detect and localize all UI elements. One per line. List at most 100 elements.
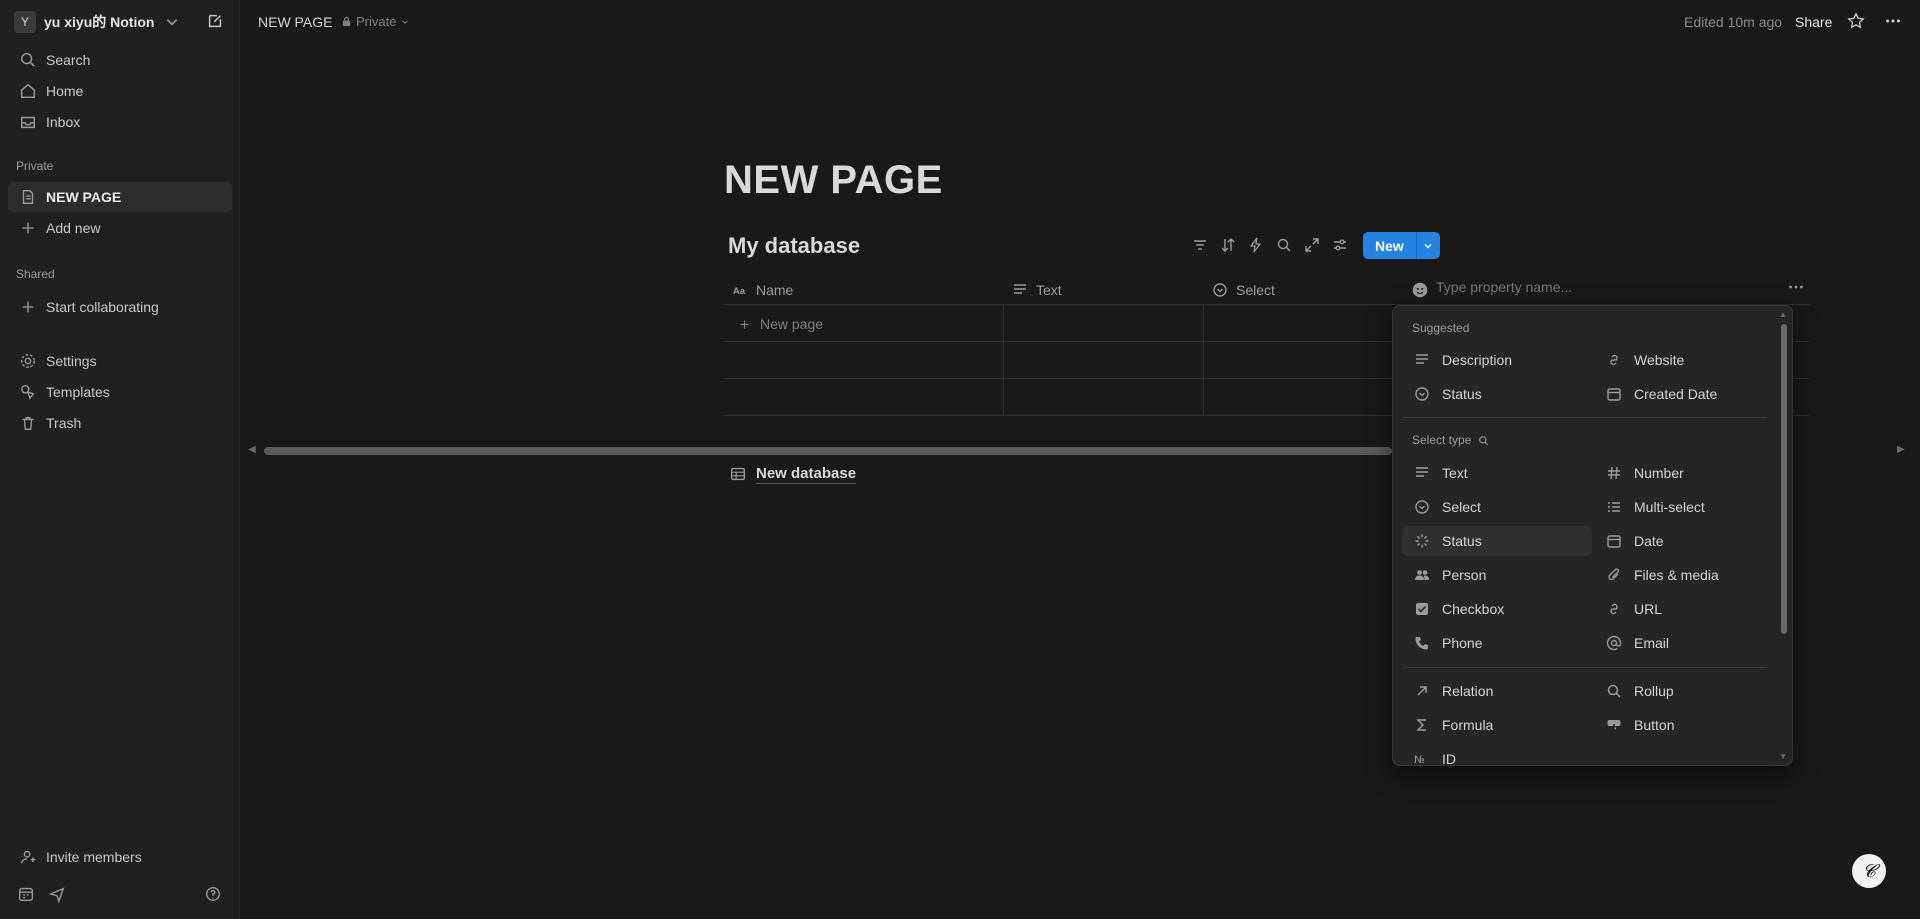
more-options-icon[interactable] (1786, 277, 1806, 297)
menu-item-label: Files & media (1634, 567, 1719, 583)
menu-item-website[interactable]: Website (1594, 345, 1784, 375)
plus-icon (18, 218, 38, 238)
automation-lightning-icon[interactable] (1246, 235, 1266, 255)
sidebar: Y yu xiyu的 Notion Search Home Inbox Priv… (0, 0, 240, 919)
database-title[interactable]: My database (728, 233, 860, 259)
sidebar-item-search[interactable]: Search (8, 45, 232, 75)
new-page-row-button[interactable]: New page (734, 314, 823, 334)
page-icon (18, 187, 38, 207)
cursor-click-icon (1604, 715, 1624, 735)
settings-sliders-icon[interactable] (1330, 235, 1350, 255)
scroll-down-arrow-icon[interactable]: ▼ (1779, 752, 1787, 761)
menu-item-phone[interactable]: Phone (1402, 628, 1592, 658)
menu-item-number[interactable]: Number (1594, 458, 1784, 488)
column-header-label: Name (756, 282, 794, 298)
menu-item-multi-select[interactable]: Multi-select (1594, 492, 1784, 522)
link-icon (1604, 599, 1624, 619)
menu-item-checkbox[interactable]: Checkbox (1402, 594, 1592, 624)
new-page-label: New page (760, 316, 824, 332)
menu-item-select[interactable]: Select (1402, 492, 1592, 522)
new-record-dropdown-button[interactable] (1415, 232, 1440, 259)
more-options-icon[interactable] (1883, 11, 1903, 31)
menu-item-status-suggested[interactable]: Status (1402, 379, 1592, 409)
new-database-link[interactable]: New database (728, 464, 857, 484)
property-name-input[interactable] (1436, 279, 1596, 295)
text-icon (1412, 463, 1432, 483)
sidebar-item-invite-members[interactable]: Invite members (8, 842, 232, 872)
sidebar-item-add-new[interactable]: Add new (8, 213, 232, 243)
workspace-switcher[interactable]: Y yu xiyu的 Notion (14, 10, 182, 34)
menu-divider (1403, 417, 1767, 418)
table-column-divider (1003, 304, 1004, 415)
list-icon (1604, 497, 1624, 517)
status-icon (1412, 531, 1432, 551)
menu-item-button[interactable]: Button (1594, 710, 1784, 740)
emoji-icon[interactable] (1410, 280, 1430, 300)
sidebar-item-home[interactable]: Home (8, 76, 232, 106)
home-icon (18, 81, 38, 101)
menu-divider (1403, 667, 1767, 668)
calendar-app-icon[interactable] (16, 884, 36, 904)
people-icon (1412, 565, 1432, 585)
sidebar-item-trash[interactable]: Trash (8, 408, 232, 438)
sidebar-item-settings[interactable]: Settings (8, 346, 232, 376)
shared-section-label: Shared (16, 267, 55, 281)
calendar-icon (1604, 384, 1624, 404)
help-icon[interactable] (203, 884, 223, 904)
menu-item-status[interactable]: Status (1402, 526, 1592, 556)
sidebar-item-label: Inbox (46, 114, 81, 130)
share-button[interactable]: Share (1795, 14, 1832, 30)
menu-item-created-date[interactable]: Created Date (1594, 379, 1784, 409)
menu-item-label: Rollup (1634, 683, 1674, 699)
menu-item-date[interactable]: Date (1594, 526, 1784, 556)
menu-item-text[interactable]: Text (1402, 458, 1592, 488)
menu-item-person[interactable]: Person (1402, 560, 1592, 590)
scroll-up-arrow-icon[interactable]: ▲ (1779, 310, 1787, 319)
numero-icon: № (1412, 749, 1432, 765)
horizontal-scrollbar[interactable] (264, 447, 1392, 455)
menu-item-label: Phone (1442, 635, 1483, 651)
menu-item-formula[interactable]: Formula (1402, 710, 1592, 740)
menu-item-files-media[interactable]: Files & media (1594, 560, 1784, 590)
filter-icon[interactable] (1190, 235, 1210, 255)
sidebar-item-inbox[interactable]: Inbox (8, 107, 232, 137)
inbox-icon (18, 112, 38, 132)
breadcrumb[interactable]: NEW PAGE (258, 14, 332, 30)
menu-item-url[interactable]: URL (1594, 594, 1784, 624)
sidebar-item-templates[interactable]: Templates (8, 377, 232, 407)
sidebar-item-start-collaborating[interactable]: Start collaborating (8, 292, 232, 322)
menu-item-label: Select (1442, 499, 1481, 515)
expand-icon[interactable] (1302, 235, 1322, 255)
scroll-left-arrow-icon[interactable]: ◀ (248, 444, 256, 455)
column-header-name[interactable]: Aa Name (730, 276, 794, 304)
plus-icon (734, 314, 754, 334)
menu-item-label: URL (1634, 601, 1663, 617)
menu-item-relation[interactable]: Relation (1402, 676, 1592, 706)
page-title[interactable]: NEW PAGE (724, 158, 943, 203)
star-icon[interactable] (1846, 11, 1866, 31)
column-header-text[interactable]: Text (1010, 276, 1062, 304)
menu-item-id[interactable]: № ID (1402, 744, 1592, 765)
ai-assistant-button[interactable]: 𝓒 (1852, 854, 1886, 888)
scroll-right-arrow-icon[interactable]: ▶ (1897, 444, 1905, 455)
select-type-label: Select type (1412, 433, 1472, 447)
menu-item-email[interactable]: Email (1594, 628, 1784, 658)
search-icon[interactable] (1274, 235, 1294, 255)
menu-item-label: Status (1442, 386, 1482, 402)
send-icon[interactable] (47, 884, 67, 904)
templates-icon (18, 382, 38, 402)
privacy-indicator[interactable]: Private (340, 14, 410, 29)
menu-item-label: Created Date (1634, 386, 1718, 402)
menu-item-description[interactable]: Description (1402, 345, 1592, 375)
menu-item-rollup[interactable]: Rollup (1594, 676, 1784, 706)
svg-text:Aa: Aa (733, 286, 746, 297)
column-header-select[interactable]: Select (1210, 276, 1275, 304)
new-record-button[interactable]: New (1363, 232, 1416, 259)
new-page-compose-icon[interactable] (205, 11, 225, 31)
search-icon (1604, 681, 1624, 701)
search-icon[interactable] (1477, 434, 1489, 446)
sidebar-item-new-page[interactable]: NEW PAGE (8, 182, 232, 212)
sort-icon[interactable] (1218, 235, 1238, 255)
edited-timestamp: Edited 10m ago (1684, 14, 1783, 30)
chevron-down-icon (1418, 236, 1438, 256)
